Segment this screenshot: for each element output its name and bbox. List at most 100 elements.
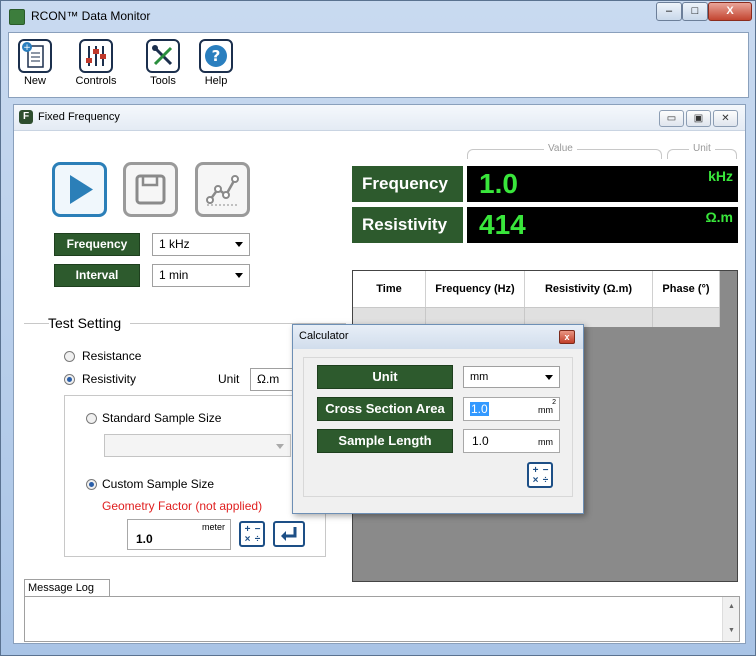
enter-icon bbox=[281, 527, 297, 541]
svg-text:+: + bbox=[23, 43, 31, 53]
calculator-title-bar[interactable]: Calculator x bbox=[293, 325, 583, 349]
column-header-frequency[interactable]: Frequency (Hz) bbox=[426, 271, 525, 307]
close-button[interactable]: X bbox=[708, 2, 752, 21]
calc-unit-select[interactable]: mm bbox=[463, 366, 560, 388]
tools-icon bbox=[146, 39, 180, 73]
frequency-readout-value: 1.0 bbox=[479, 168, 518, 199]
frequency-readout-label: Frequency bbox=[352, 166, 463, 202]
resistance-radio[interactable] bbox=[64, 351, 75, 362]
column-header-resistivity[interactable]: Resistivity (Ω.m) bbox=[525, 271, 653, 307]
toolbar-label-controls: Controls bbox=[75, 75, 117, 87]
resistivity-readout-label: Resistivity bbox=[352, 207, 463, 243]
unit-header: Unit bbox=[689, 143, 715, 154]
resistivity-radio[interactable] bbox=[64, 374, 75, 385]
calc-compute-button[interactable]: + − × ÷ bbox=[527, 462, 553, 488]
apply-button[interactable] bbox=[273, 521, 305, 547]
start-button[interactable] bbox=[52, 162, 107, 217]
frequency-select[interactable]: 1 kHz bbox=[152, 233, 250, 256]
standard-size-label: Standard Sample Size bbox=[102, 411, 222, 425]
sample-length-input[interactable]: 1.0 mm bbox=[463, 429, 560, 453]
child-minimize-button[interactable]: ▭ bbox=[659, 110, 684, 127]
sample-length-label: Sample Length bbox=[317, 429, 453, 453]
toolbar-label-new: New bbox=[23, 75, 46, 87]
table-cell bbox=[653, 307, 720, 327]
cross-section-value: 1.0 bbox=[470, 402, 489, 416]
child-title-bar[interactable]: F Fixed Frequency ▭ ▣ ✕ bbox=[14, 105, 745, 131]
standard-size-radio[interactable] bbox=[86, 413, 97, 424]
frequency-label: Frequency bbox=[54, 233, 140, 256]
geometry-factor-input[interactable]: 1.0 meter bbox=[127, 519, 231, 550]
geometry-factor-value: 1.0 bbox=[136, 532, 153, 546]
test-setting-rule bbox=[24, 323, 49, 324]
save-icon bbox=[135, 174, 166, 205]
calc-unit-select-value: mm bbox=[470, 371, 489, 383]
scroll-up-icon[interactable]: ▲ bbox=[728, 603, 735, 610]
child-close-button[interactable]: ✕ bbox=[713, 110, 738, 127]
chevron-down-icon bbox=[235, 273, 243, 278]
unit-label: Unit bbox=[218, 372, 240, 386]
app-icon bbox=[9, 9, 25, 25]
calculator-close-button[interactable]: x bbox=[559, 330, 575, 344]
chevron-down-icon bbox=[276, 444, 284, 449]
cross-section-input[interactable]: 1.0 mm 2 bbox=[463, 397, 560, 421]
maximize-button[interactable]: □ bbox=[682, 2, 708, 21]
calc-unit-label: Unit bbox=[317, 365, 453, 389]
child-title: Fixed Frequency bbox=[38, 111, 120, 123]
resistivity-label: Resistivity bbox=[82, 372, 137, 386]
geometry-factor-note: Geometry Factor (not applied) bbox=[102, 499, 263, 513]
controls-button[interactable]: Controls bbox=[73, 39, 119, 87]
frequency-readout-unit: kHz bbox=[708, 168, 733, 184]
scroll-down-icon[interactable]: ▼ bbox=[728, 627, 735, 634]
resistivity-readout-value: 414 bbox=[479, 209, 526, 240]
chevron-down-icon bbox=[545, 375, 553, 380]
column-header-phase[interactable]: Phase (°) bbox=[653, 271, 720, 307]
new-document-icon: + bbox=[18, 39, 52, 73]
message-log-tab[interactable]: Message Log bbox=[24, 579, 110, 597]
standard-size-select[interactable] bbox=[104, 434, 291, 457]
new-button[interactable]: + New bbox=[12, 39, 58, 87]
svg-text:?: ? bbox=[212, 47, 221, 65]
sample-length-unit: mm bbox=[538, 437, 553, 447]
test-setting-title: Test Setting bbox=[48, 315, 122, 331]
graph-icon bbox=[206, 175, 239, 206]
custom-size-radio[interactable] bbox=[86, 479, 97, 490]
column-header-time[interactable]: Time bbox=[353, 271, 426, 307]
graph-button[interactable] bbox=[195, 162, 250, 217]
resistivity-readout-unit: Ω.m bbox=[705, 209, 733, 225]
child-restore-button[interactable]: ▣ bbox=[686, 110, 711, 127]
value-header: Value bbox=[544, 143, 577, 154]
resistance-label: Resistance bbox=[82, 349, 142, 363]
help-icon: ? bbox=[199, 39, 233, 73]
table-scroll-area bbox=[720, 271, 737, 581]
sample-length-value: 1.0 bbox=[472, 434, 489, 448]
frequency-select-value: 1 kHz bbox=[159, 237, 190, 251]
calculator-title: Calculator bbox=[299, 330, 349, 342]
toolbar-label-tools: Tools bbox=[150, 75, 176, 87]
calculator-button[interactable]: + − × ÷ bbox=[239, 521, 265, 547]
window-title: RCON™ Data Monitor bbox=[31, 9, 151, 23]
title-bar[interactable]: RCON™ Data Monitor bbox=[1, 1, 755, 31]
geometry-factor-unit: meter bbox=[201, 522, 225, 532]
message-log-body[interactable]: ▲ ▼ bbox=[24, 596, 740, 642]
save-button[interactable] bbox=[123, 162, 178, 217]
minimize-button[interactable]: – bbox=[656, 2, 682, 21]
calculator-dialog: Calculator x Unit mm Cross Section Area … bbox=[292, 324, 584, 514]
toolbar-label-help: Help bbox=[204, 75, 228, 87]
message-log-scrollbar[interactable]: ▲ ▼ bbox=[722, 597, 739, 641]
custom-size-label: Custom Sample Size bbox=[102, 477, 215, 491]
interval-select[interactable]: 1 min bbox=[152, 264, 250, 287]
app-window: RCON™ Data Monitor – □ X + New Controls … bbox=[0, 0, 756, 656]
help-button[interactable]: ? Help bbox=[193, 39, 239, 87]
tools-button[interactable]: Tools bbox=[140, 39, 186, 87]
toolbar: + New Controls Tools ? Help bbox=[8, 32, 749, 98]
resistivity-readout: 414 Ω.m bbox=[467, 207, 738, 243]
fixed-frequency-icon: F bbox=[19, 110, 33, 124]
sliders-icon bbox=[79, 39, 113, 73]
cross-section-label: Cross Section Area bbox=[317, 397, 453, 421]
play-icon bbox=[70, 175, 93, 204]
chevron-down-icon bbox=[235, 242, 243, 247]
calculator-panel: Unit mm Cross Section Area 1.0 mm 2 Samp… bbox=[303, 357, 573, 497]
cross-section-unit: mm bbox=[538, 405, 553, 415]
interval-label: Interval bbox=[54, 264, 140, 287]
cross-section-unit-sup: 2 bbox=[552, 399, 556, 406]
